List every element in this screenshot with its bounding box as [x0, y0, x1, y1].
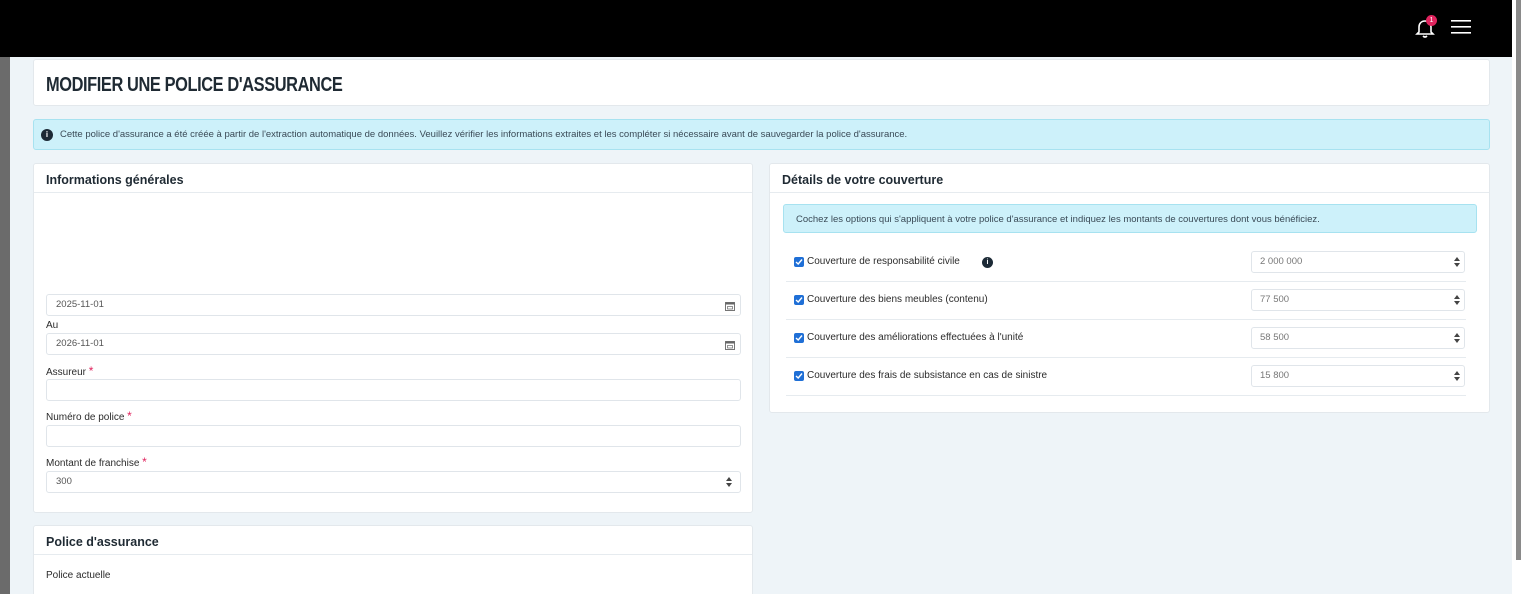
insurer-label: Assureur * — [46, 364, 94, 378]
liability-label: Couverture de responsabilité civile — [807, 256, 960, 267]
improvements-checkbox[interactable] — [794, 333, 804, 343]
required-mark: * — [127, 409, 132, 423]
current-policy-label: Police actuelle — [46, 570, 111, 581]
to-label: Au — [46, 320, 59, 331]
left-gutter — [0, 57, 10, 594]
policy-number-input[interactable] — [46, 425, 741, 447]
stepper-arrows-icon[interactable] — [1453, 256, 1461, 268]
coverage-header: Détails de votre couverture — [770, 164, 1489, 193]
coverage-row-living-expenses: Couverture des frais de subsistance en c… — [786, 358, 1466, 396]
notification-badge: 1 — [1426, 15, 1437, 26]
required-mark: * — [88, 364, 94, 378]
coverage-title: Détails de votre couverture — [782, 173, 944, 187]
policy-number-label: Numéro de police * — [46, 409, 132, 423]
liability-amount-input[interactable]: 2 000 000 — [1251, 251, 1465, 273]
check-icon — [795, 373, 803, 380]
info-icon: i — [41, 129, 53, 141]
coverage-hint: Cochez les options qui s'appliquent à vo… — [783, 204, 1477, 233]
improvements-label: Couverture des améliorations effectuées … — [807, 332, 1024, 343]
improvements-amount-input[interactable]: 58 500 — [1251, 327, 1465, 349]
policy-card: Police d'assurance Police actuelle — [33, 525, 753, 594]
check-icon — [795, 335, 803, 342]
hamburger-menu-icon[interactable] — [1451, 19, 1471, 35]
stepper-arrows-icon[interactable] — [1453, 294, 1461, 306]
deductible-label: Montant de franchise * — [46, 455, 147, 469]
policy-header: Police d'assurance — [34, 526, 752, 555]
deductible-input[interactable]: 300 — [46, 471, 741, 493]
living-expenses-amount-input[interactable]: 15 800 — [1251, 365, 1465, 387]
stepper-arrows-icon[interactable] — [1453, 370, 1461, 382]
coverage-card: Détails de votre couverture Cochez les o… — [769, 163, 1490, 413]
check-icon — [795, 259, 803, 266]
end-date-input[interactable]: 2026-11-01 — [46, 333, 741, 355]
info-icon[interactable]: i — [982, 257, 993, 268]
living-expenses-checkbox[interactable] — [794, 371, 804, 381]
general-info-title: Informations générales — [46, 173, 184, 187]
calendar-icon[interactable] — [725, 340, 735, 350]
coverage-row-liability: Couverture de responsabilité civile i 2 … — [786, 244, 1466, 282]
check-icon — [795, 297, 803, 304]
liability-checkbox[interactable] — [794, 257, 804, 267]
page-title-card: MODIFIER UNE POLICE D'ASSURANCE — [33, 59, 1490, 106]
contents-checkbox[interactable] — [794, 295, 804, 305]
policy-title: Police d'assurance — [46, 535, 159, 549]
scrollbar[interactable] — [1512, 0, 1523, 594]
required-mark: * — [142, 455, 147, 469]
insurer-input[interactable] — [46, 379, 741, 401]
contents-amount-input[interactable]: 77 500 — [1251, 289, 1465, 311]
living-expenses-label: Couverture des frais de subsistance en c… — [807, 370, 1048, 381]
contents-label: Couverture des biens meubles (contenu) — [807, 294, 988, 305]
alert-text: Cette police d'assurance a été créée à p… — [60, 129, 908, 140]
extraction-alert: i Cette police d'assurance a été créée à… — [33, 119, 1490, 150]
stepper-arrows-icon[interactable] — [1453, 332, 1461, 344]
stepper-arrows-icon[interactable] — [725, 476, 733, 488]
page-title: MODIFIER UNE POLICE D'ASSURANCE — [46, 74, 343, 96]
coverage-row-improvements: Couverture des améliorations effectuées … — [786, 320, 1466, 358]
general-info-header: Informations générales — [34, 164, 752, 193]
coverage-row-contents: Couverture des biens meubles (contenu) 7… — [786, 282, 1466, 320]
top-navbar: 1 — [0, 0, 1523, 57]
general-info-card: Informations générales 2025-11-01 Au 202… — [33, 163, 753, 513]
calendar-icon[interactable] — [725, 301, 735, 311]
start-date-input[interactable]: 2025-11-01 — [46, 294, 741, 316]
